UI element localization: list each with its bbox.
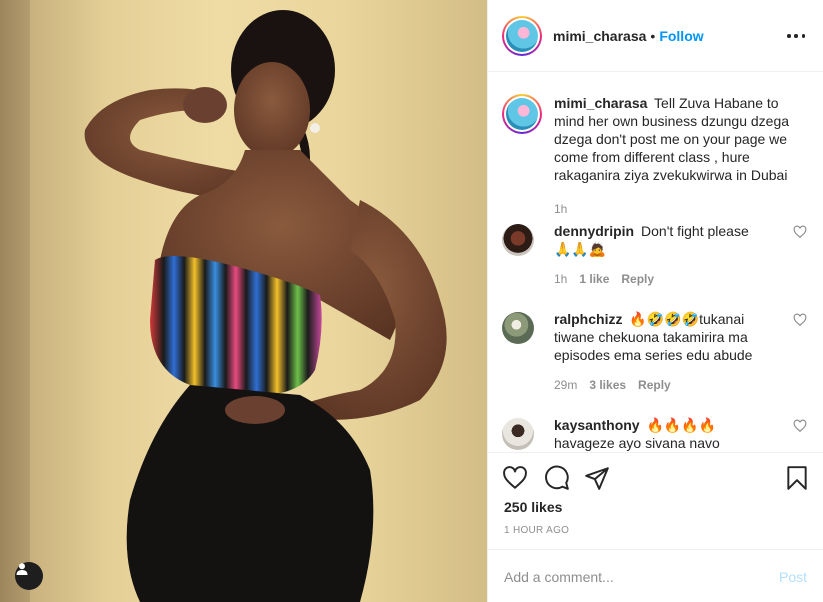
likes-count[interactable]: 250 likes — [504, 499, 562, 515]
follow-button[interactable]: Follow — [659, 28, 703, 44]
caption-username[interactable]: mimi_charasa — [554, 95, 647, 111]
caption-time: 1h — [554, 202, 568, 216]
comment-avatar[interactable] — [502, 312, 534, 344]
caption-avatar[interactable] — [502, 94, 542, 134]
comment-username[interactable]: kaysanthony — [554, 417, 640, 433]
comment-text: dennydripin Don't fight please 🙏🙏🙇 — [554, 222, 764, 258]
user-tag-button[interactable] — [15, 562, 43, 590]
comment-text: kaysanthony 🔥🔥🔥🔥 havageze ayo sivana nav… — [554, 416, 764, 452]
comments-list[interactable]: mimi_charasa Tell Zuva Habane to mind he… — [488, 72, 823, 452]
post-image — [0, 0, 447, 602]
more-options-icon[interactable] — [787, 27, 805, 45]
comment-time: 29m — [554, 378, 578, 392]
post-photo[interactable] — [0, 0, 487, 602]
post-actions: 250 likes 1 HOUR AGO Post — [488, 452, 823, 602]
author-username[interactable]: mimi_charasa — [553, 28, 646, 44]
comment-likes[interactable]: 1 like — [579, 272, 609, 286]
post-header: mimi_charasa • Follow — [488, 0, 823, 72]
comment-avatar[interactable] — [502, 224, 534, 256]
comment-composer: Post — [488, 549, 823, 602]
reply-button[interactable]: Reply — [638, 378, 671, 392]
comment-like-icon[interactable] — [793, 225, 807, 239]
comment-like-icon[interactable] — [793, 419, 807, 433]
comment-likes[interactable]: 3 likes — [589, 378, 626, 392]
reply-button[interactable]: Reply — [621, 272, 654, 286]
comment-meta: 29m 3 likes Reply — [554, 378, 671, 392]
comment-meta: 1h 1 like Reply — [554, 272, 654, 286]
comment-username[interactable]: dennydripin — [554, 223, 634, 239]
header-separator: • — [650, 27, 656, 44]
comment-time: 1h — [554, 272, 568, 286]
post-timestamp: 1 HOUR AGO — [504, 525, 570, 536]
comment-username[interactable]: ralphchizz — [554, 311, 622, 327]
comment-avatar[interactable] — [502, 418, 534, 450]
user-tag-icon — [16, 563, 28, 575]
comment-input[interactable] — [504, 568, 744, 585]
author-avatar[interactable] — [502, 15, 542, 56]
caption-text: mimi_charasa Tell Zuva Habane to mind he… — [554, 94, 800, 184]
post-comment-button[interactable]: Post — [779, 569, 807, 585]
comment-text: ralphchizz 🔥🤣🤣🤣tukanai tiwane chekuona t… — [554, 310, 764, 364]
post-side-panel: mimi_charasa • Follow mimi_charasa Tell … — [487, 0, 823, 602]
share-icon[interactable] — [584, 465, 610, 491]
heart-icon[interactable] — [502, 465, 528, 491]
bookmark-icon[interactable] — [784, 465, 810, 491]
comment-icon[interactable] — [544, 465, 570, 491]
comment-like-icon[interactable] — [793, 313, 807, 327]
